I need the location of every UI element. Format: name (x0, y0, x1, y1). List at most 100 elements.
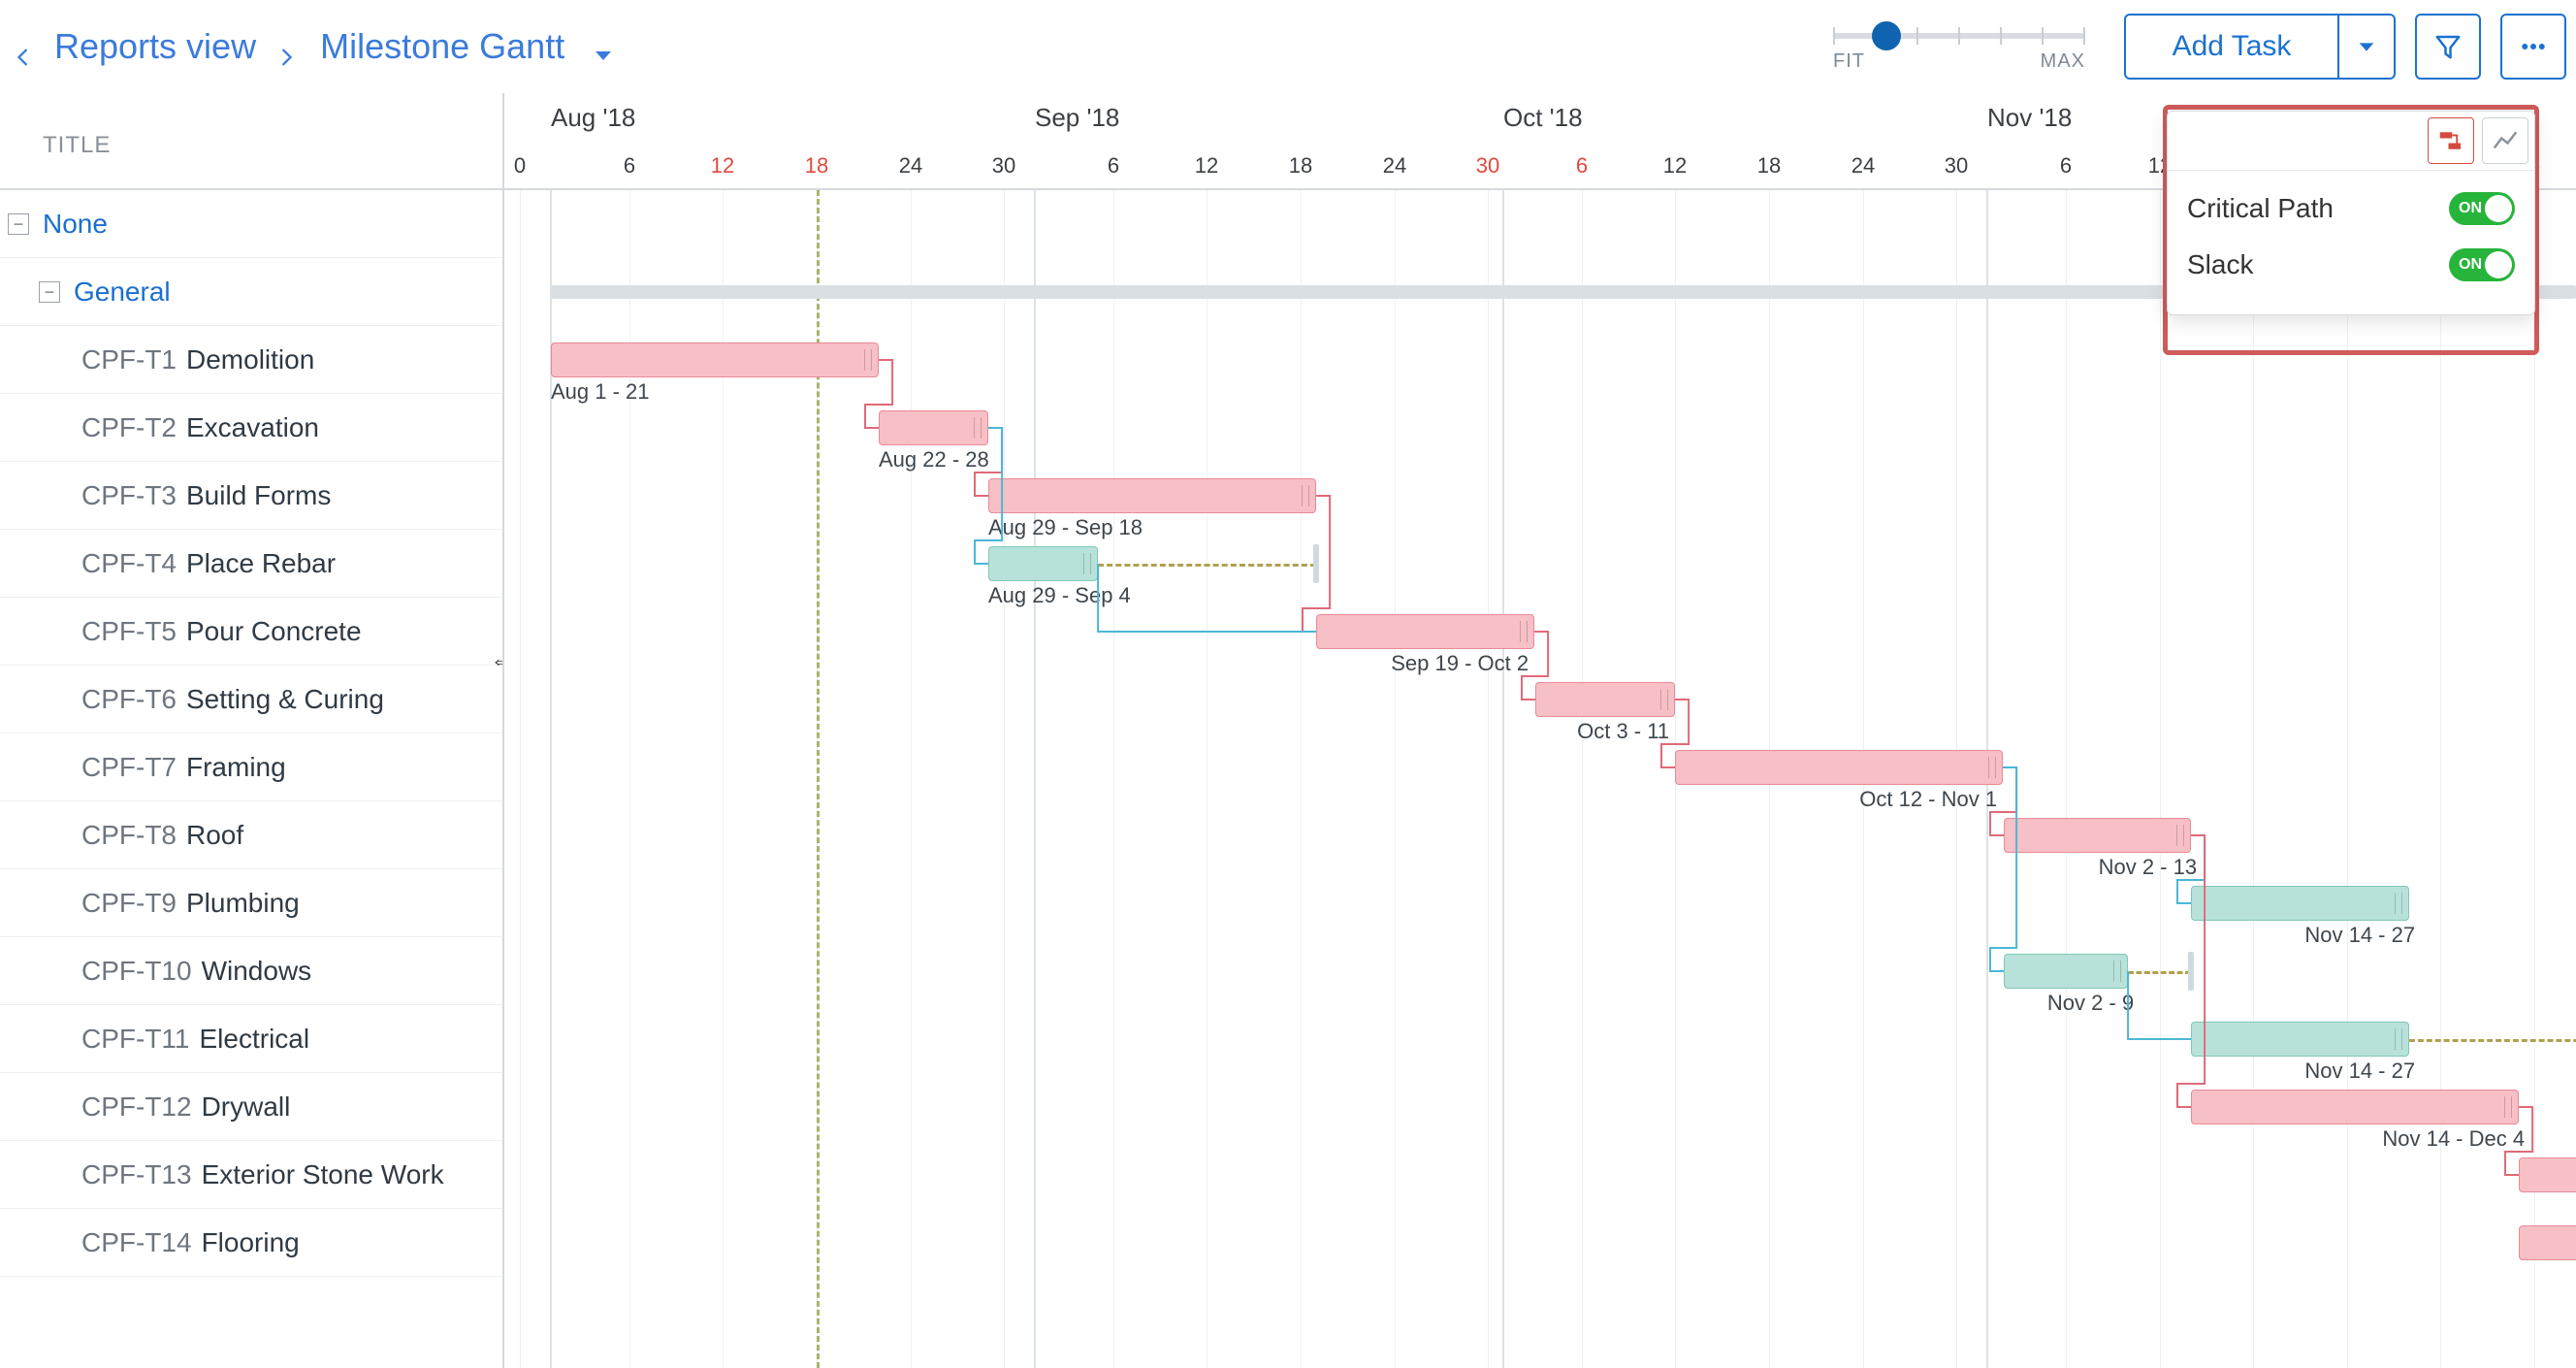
task-id: CPF-T2 (81, 412, 177, 443)
task-row[interactable]: CPF-T3 Build Forms (0, 462, 502, 530)
day-label: 12 (711, 153, 734, 179)
task-id: CPF-T3 (81, 480, 177, 511)
gantt-bar-label: Nov 2 - 13 (2099, 855, 2198, 880)
day-label: 30 (1476, 153, 1499, 179)
gantt-bar[interactable] (551, 342, 879, 377)
critical-path-toggle[interactable]: ON (2449, 192, 2515, 225)
gantt-bar-label: Aug 22 - 28 (879, 447, 989, 472)
task-name: Setting & Curing (186, 684, 384, 715)
task-row[interactable]: CPF-T12Drywall (0, 1073, 502, 1141)
month-label: Nov '18 (1987, 103, 2072, 133)
task-row[interactable]: CPF-T4 Place Rebar (0, 530, 502, 598)
task-name: Build Forms (186, 480, 331, 511)
task-id: CPF-T6 (81, 684, 177, 715)
add-task-dropdown[interactable] (2337, 14, 2396, 80)
gantt-bar[interactable] (2004, 954, 2128, 989)
chevron-right-icon (275, 36, 297, 57)
column-resize-handle[interactable]: ⇔ (489, 640, 504, 679)
day-label: 6 (1108, 153, 1119, 179)
gantt-bar[interactable] (2191, 1022, 2409, 1057)
gantt-bar-label: Aug 29 - Sep 18 (988, 515, 1143, 540)
day-label: 6 (624, 153, 635, 179)
gantt-bar-label: Nov 14 - 27 (2304, 1059, 2415, 1084)
day-label: 6 (1576, 153, 1588, 179)
more-menu-button[interactable] (2500, 14, 2566, 80)
gantt-bar-label: Aug 1 - 21 (551, 379, 650, 405)
task-id: CPF-T7 (81, 752, 177, 783)
task-row[interactable]: CPF-T6 Setting & Curing (0, 666, 502, 733)
task-name: Pour Concrete (186, 616, 362, 647)
task-id: CPF-T8 (81, 820, 177, 851)
day-label: 24 (1383, 153, 1406, 179)
task-row[interactable]: CPF-T14Flooring (0, 1209, 502, 1277)
critical-path-mode-icon[interactable] (2428, 117, 2474, 164)
view-selector[interactable]: Milestone Gantt (320, 26, 615, 67)
task-row[interactable]: CPF-T1 Demolition (0, 326, 502, 394)
collapse-icon[interactable]: − (39, 281, 60, 303)
day-label: 12 (1663, 153, 1687, 179)
task-row[interactable]: CPF-T13 Exterior Stone Work (0, 1141, 502, 1209)
task-row[interactable]: CPF-T7Framing (0, 733, 502, 801)
gantt-bar[interactable] (879, 410, 988, 445)
gantt-bar-label: Oct 12 - Nov 1 (1859, 787, 1997, 812)
gantt-bar-label: Nov 14 - Dec 4 (2382, 1126, 2525, 1152)
task-name: Place Rebar (186, 548, 336, 579)
task-id: CPF-T14 (81, 1227, 192, 1258)
month-label: Oct '18 (1503, 103, 1583, 133)
day-label: 24 (1852, 153, 1875, 179)
gantt-bar[interactable] (1675, 750, 2003, 785)
baseline-mode-icon[interactable] (2482, 117, 2528, 164)
gantt-bar[interactable] (1535, 682, 1675, 717)
task-name: Electrical (200, 1024, 310, 1055)
task-name: Drywall (202, 1091, 291, 1123)
task-id: CPF-T10 (81, 956, 192, 987)
zoom-handle[interactable] (1872, 21, 1901, 50)
critical-path-toggle-label: Critical Path (2187, 193, 2334, 224)
day-label: 30 (992, 153, 1015, 179)
gantt-bar[interactable] (988, 478, 1316, 513)
day-label: 6 (2060, 153, 2072, 179)
chevron-down-icon (592, 35, 615, 58)
task-id: CPF-T4 (81, 548, 177, 579)
gantt-bar[interactable] (2191, 1090, 2519, 1124)
gantt-bar[interactable] (2004, 818, 2191, 853)
task-id: CPF-T9 (81, 888, 177, 919)
task-name: Exterior Stone Work (202, 1159, 444, 1190)
group-label: General (74, 277, 171, 308)
gantt-bar-label: Nov 2 - 9 (2047, 991, 2134, 1016)
task-id: CPF-T1 (81, 344, 177, 375)
slack-toggle-label: Slack (2187, 249, 2253, 280)
filter-button[interactable] (2415, 14, 2481, 80)
task-row[interactable]: CPF-T8Roof (0, 801, 502, 869)
task-group-row[interactable]: −General (0, 258, 502, 326)
gantt-bar[interactable] (1316, 614, 1534, 649)
task-group-row[interactable]: −None (0, 190, 502, 258)
slack-toggle[interactable]: ON (2449, 248, 2515, 281)
back-arrow-icon[interactable] (14, 36, 35, 57)
collapse-icon[interactable]: − (8, 213, 29, 235)
slack-line (2128, 971, 2191, 974)
task-row[interactable]: CPF-T11 Electrical (0, 1005, 502, 1073)
add-task-button[interactable]: Add Task (2124, 14, 2337, 80)
gantt-bar[interactable] (2191, 886, 2409, 921)
gantt-chart[interactable]: Aug '18Sep '18Oct '18Nov '18 06121824306… (504, 93, 2576, 1368)
task-name: Plumbing (186, 888, 300, 919)
task-row[interactable]: CPF-T9 Plumbing (0, 869, 502, 937)
gantt-bar-label: Oct 3 - 11 (1577, 719, 1669, 744)
day-label: 12 (1195, 153, 1218, 179)
zoom-slider[interactable]: FIT MAX (1833, 21, 2085, 73)
view-selector-label: Milestone Gantt (320, 26, 564, 67)
gantt-bar[interactable] (2519, 1225, 2576, 1260)
task-row[interactable]: CPF-T2Excavation (0, 394, 502, 462)
day-label: 18 (1757, 153, 1781, 179)
zoom-max-label: MAX (2041, 50, 2085, 73)
gantt-bar[interactable] (988, 546, 1098, 581)
task-row[interactable]: CPF-T10 Windows (0, 937, 502, 1005)
task-name: Demolition (186, 344, 314, 375)
task-row[interactable]: CPF-T5Pour Concrete (0, 598, 502, 666)
task-name: Windows (202, 956, 312, 987)
breadcrumb-link[interactable]: Reports view (54, 26, 256, 67)
task-id: CPF-T13 (81, 1159, 192, 1190)
task-id: CPF-T11 (81, 1024, 190, 1055)
gantt-bar[interactable] (2519, 1157, 2576, 1192)
